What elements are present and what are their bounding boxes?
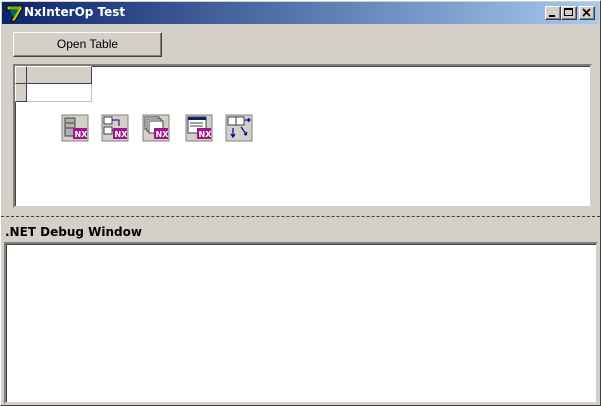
debug-window-label: .NET Debug Window (5, 225, 142, 239)
grid-row-header[interactable] (15, 84, 27, 102)
close-button[interactable] (579, 6, 595, 20)
main-window: NxInterOp Test Open Table NX NX NX NX .N… (0, 0, 601, 406)
open-table-button[interactable]: Open Table (13, 32, 162, 57)
nexusdb-7-icon (6, 5, 23, 22)
nx-database-icon[interactable]: NX (61, 114, 89, 142)
data-grid-panel: NX NX NX NX (13, 64, 592, 208)
splitter[interactable] (1, 216, 600, 217)
debug-output-area[interactable] (4, 242, 598, 404)
window-title: NxInterOp Test (24, 5, 126, 19)
maximize-button[interactable] (561, 6, 577, 20)
nx-query-icon[interactable]: NX (185, 114, 213, 142)
svg-text:NX: NX (156, 130, 170, 139)
svg-text:NX: NX (75, 130, 89, 139)
nx-session-icon[interactable]: NX (101, 114, 129, 142)
grid-corner-cell (15, 66, 27, 84)
grid-cell[interactable] (27, 84, 92, 102)
minimize-icon (549, 15, 555, 17)
datasource-icon[interactable] (225, 114, 253, 142)
close-icon (582, 8, 591, 17)
svg-text:NX: NX (199, 130, 213, 139)
maximize-icon (564, 8, 573, 16)
grid-column-header[interactable] (27, 66, 92, 84)
nx-table-icon[interactable]: NX (142, 114, 170, 142)
title-bar[interactable]: NxInterOp Test (2, 2, 599, 24)
minimize-button[interactable] (545, 6, 561, 20)
svg-text:NX: NX (115, 130, 129, 139)
